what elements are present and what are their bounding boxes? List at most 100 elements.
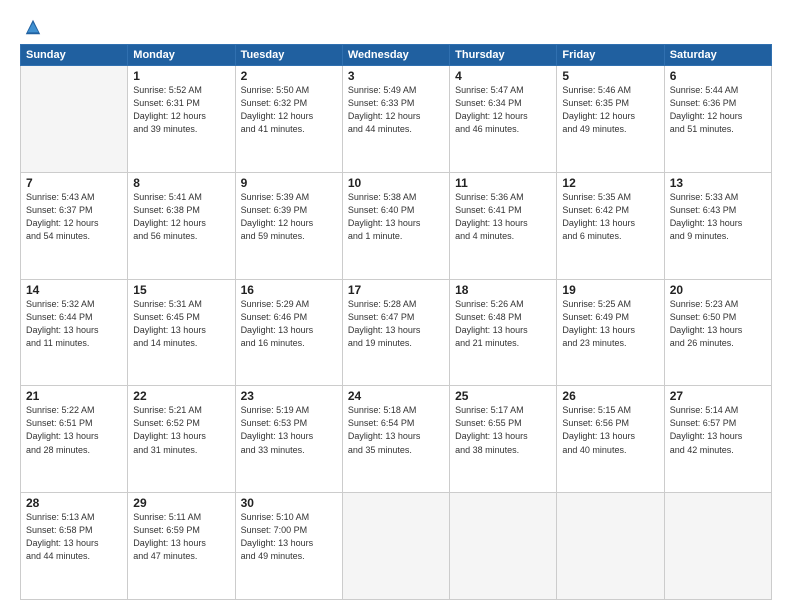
day-info: Sunrise: 5:50 AMSunset: 6:32 PMDaylight:…: [241, 84, 337, 136]
day-header: Saturday: [664, 45, 771, 66]
calendar-cell: 28Sunrise: 5:13 AMSunset: 6:58 PMDayligh…: [21, 493, 128, 600]
day-info: Sunrise: 5:36 AMSunset: 6:41 PMDaylight:…: [455, 191, 551, 243]
calendar-cell: 13Sunrise: 5:33 AMSunset: 6:43 PMDayligh…: [664, 172, 771, 279]
day-number: 1: [133, 69, 229, 83]
day-number: 6: [670, 69, 766, 83]
day-header: Wednesday: [342, 45, 449, 66]
day-number: 14: [26, 283, 122, 297]
day-number: 17: [348, 283, 444, 297]
calendar-cell: [21, 66, 128, 173]
day-number: 22: [133, 389, 229, 403]
day-number: 2: [241, 69, 337, 83]
day-info: Sunrise: 5:25 AMSunset: 6:49 PMDaylight:…: [562, 298, 658, 350]
day-info: Sunrise: 5:13 AMSunset: 6:58 PMDaylight:…: [26, 511, 122, 563]
calendar-table: SundayMondayTuesdayWednesdayThursdayFrid…: [20, 44, 772, 600]
day-info: Sunrise: 5:23 AMSunset: 6:50 PMDaylight:…: [670, 298, 766, 350]
calendar-cell: [557, 493, 664, 600]
day-info: Sunrise: 5:28 AMSunset: 6:47 PMDaylight:…: [348, 298, 444, 350]
calendar-cell: 4Sunrise: 5:47 AMSunset: 6:34 PMDaylight…: [450, 66, 557, 173]
calendar-cell: [450, 493, 557, 600]
day-info: Sunrise: 5:35 AMSunset: 6:42 PMDaylight:…: [562, 191, 658, 243]
calendar-cell: 22Sunrise: 5:21 AMSunset: 6:52 PMDayligh…: [128, 386, 235, 493]
day-header: Sunday: [21, 45, 128, 66]
calendar-cell: 2Sunrise: 5:50 AMSunset: 6:32 PMDaylight…: [235, 66, 342, 173]
calendar-cell: 9Sunrise: 5:39 AMSunset: 6:39 PMDaylight…: [235, 172, 342, 279]
day-number: 18: [455, 283, 551, 297]
day-info: Sunrise: 5:47 AMSunset: 6:34 PMDaylight:…: [455, 84, 551, 136]
day-info: Sunrise: 5:32 AMSunset: 6:44 PMDaylight:…: [26, 298, 122, 350]
day-number: 19: [562, 283, 658, 297]
calendar-cell: 11Sunrise: 5:36 AMSunset: 6:41 PMDayligh…: [450, 172, 557, 279]
day-info: Sunrise: 5:38 AMSunset: 6:40 PMDaylight:…: [348, 191, 444, 243]
day-info: Sunrise: 5:52 AMSunset: 6:31 PMDaylight:…: [133, 84, 229, 136]
day-number: 4: [455, 69, 551, 83]
calendar-cell: 26Sunrise: 5:15 AMSunset: 6:56 PMDayligh…: [557, 386, 664, 493]
calendar-cell: 20Sunrise: 5:23 AMSunset: 6:50 PMDayligh…: [664, 279, 771, 386]
day-number: 24: [348, 389, 444, 403]
day-number: 11: [455, 176, 551, 190]
calendar-cell: 18Sunrise: 5:26 AMSunset: 6:48 PMDayligh…: [450, 279, 557, 386]
day-info: Sunrise: 5:29 AMSunset: 6:46 PMDaylight:…: [241, 298, 337, 350]
day-info: Sunrise: 5:22 AMSunset: 6:51 PMDaylight:…: [26, 404, 122, 456]
calendar-cell: 24Sunrise: 5:18 AMSunset: 6:54 PMDayligh…: [342, 386, 449, 493]
calendar-cell: 21Sunrise: 5:22 AMSunset: 6:51 PMDayligh…: [21, 386, 128, 493]
day-number: 30: [241, 496, 337, 510]
day-number: 13: [670, 176, 766, 190]
day-number: 28: [26, 496, 122, 510]
calendar-cell: [664, 493, 771, 600]
day-number: 8: [133, 176, 229, 190]
day-info: Sunrise: 5:49 AMSunset: 6:33 PMDaylight:…: [348, 84, 444, 136]
calendar-cell: 10Sunrise: 5:38 AMSunset: 6:40 PMDayligh…: [342, 172, 449, 279]
day-header: Tuesday: [235, 45, 342, 66]
day-info: Sunrise: 5:19 AMSunset: 6:53 PMDaylight:…: [241, 404, 337, 456]
day-number: 26: [562, 389, 658, 403]
calendar-cell: 7Sunrise: 5:43 AMSunset: 6:37 PMDaylight…: [21, 172, 128, 279]
day-header: Friday: [557, 45, 664, 66]
calendar-cell: 8Sunrise: 5:41 AMSunset: 6:38 PMDaylight…: [128, 172, 235, 279]
day-number: 10: [348, 176, 444, 190]
logo-text: [20, 18, 42, 36]
calendar-cell: 1Sunrise: 5:52 AMSunset: 6:31 PMDaylight…: [128, 66, 235, 173]
calendar-cell: 15Sunrise: 5:31 AMSunset: 6:45 PMDayligh…: [128, 279, 235, 386]
day-number: 27: [670, 389, 766, 403]
logo-icon: [24, 18, 42, 36]
calendar-cell: 5Sunrise: 5:46 AMSunset: 6:35 PMDaylight…: [557, 66, 664, 173]
day-info: Sunrise: 5:11 AMSunset: 6:59 PMDaylight:…: [133, 511, 229, 563]
day-info: Sunrise: 5:44 AMSunset: 6:36 PMDaylight:…: [670, 84, 766, 136]
logo: [20, 18, 42, 36]
page: SundayMondayTuesdayWednesdayThursdayFrid…: [0, 0, 792, 612]
day-number: 3: [348, 69, 444, 83]
day-number: 23: [241, 389, 337, 403]
day-info: Sunrise: 5:33 AMSunset: 6:43 PMDaylight:…: [670, 191, 766, 243]
calendar-cell: 16Sunrise: 5:29 AMSunset: 6:46 PMDayligh…: [235, 279, 342, 386]
header: [20, 18, 772, 36]
calendar-cell: 25Sunrise: 5:17 AMSunset: 6:55 PMDayligh…: [450, 386, 557, 493]
calendar-cell: 12Sunrise: 5:35 AMSunset: 6:42 PMDayligh…: [557, 172, 664, 279]
calendar-cell: 3Sunrise: 5:49 AMSunset: 6:33 PMDaylight…: [342, 66, 449, 173]
day-info: Sunrise: 5:39 AMSunset: 6:39 PMDaylight:…: [241, 191, 337, 243]
day-number: 12: [562, 176, 658, 190]
calendar-cell: 19Sunrise: 5:25 AMSunset: 6:49 PMDayligh…: [557, 279, 664, 386]
day-info: Sunrise: 5:14 AMSunset: 6:57 PMDaylight:…: [670, 404, 766, 456]
calendar-cell: 27Sunrise: 5:14 AMSunset: 6:57 PMDayligh…: [664, 386, 771, 493]
calendar-cell: 29Sunrise: 5:11 AMSunset: 6:59 PMDayligh…: [128, 493, 235, 600]
calendar-cell: [342, 493, 449, 600]
day-info: Sunrise: 5:26 AMSunset: 6:48 PMDaylight:…: [455, 298, 551, 350]
calendar-cell: 14Sunrise: 5:32 AMSunset: 6:44 PMDayligh…: [21, 279, 128, 386]
day-info: Sunrise: 5:15 AMSunset: 6:56 PMDaylight:…: [562, 404, 658, 456]
day-number: 16: [241, 283, 337, 297]
calendar-cell: 30Sunrise: 5:10 AMSunset: 7:00 PMDayligh…: [235, 493, 342, 600]
calendar-cell: 17Sunrise: 5:28 AMSunset: 6:47 PMDayligh…: [342, 279, 449, 386]
day-number: 15: [133, 283, 229, 297]
day-info: Sunrise: 5:17 AMSunset: 6:55 PMDaylight:…: [455, 404, 551, 456]
day-info: Sunrise: 5:46 AMSunset: 6:35 PMDaylight:…: [562, 84, 658, 136]
day-header: Monday: [128, 45, 235, 66]
day-info: Sunrise: 5:18 AMSunset: 6:54 PMDaylight:…: [348, 404, 444, 456]
day-info: Sunrise: 5:10 AMSunset: 7:00 PMDaylight:…: [241, 511, 337, 563]
day-info: Sunrise: 5:43 AMSunset: 6:37 PMDaylight:…: [26, 191, 122, 243]
day-info: Sunrise: 5:21 AMSunset: 6:52 PMDaylight:…: [133, 404, 229, 456]
day-number: 9: [241, 176, 337, 190]
day-info: Sunrise: 5:31 AMSunset: 6:45 PMDaylight:…: [133, 298, 229, 350]
calendar-cell: 23Sunrise: 5:19 AMSunset: 6:53 PMDayligh…: [235, 386, 342, 493]
calendar-cell: 6Sunrise: 5:44 AMSunset: 6:36 PMDaylight…: [664, 66, 771, 173]
